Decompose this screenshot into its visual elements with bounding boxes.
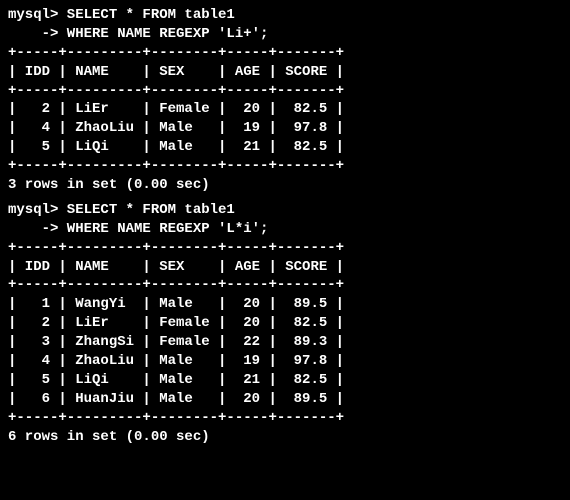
sql-prompt-line-1: mysql> SELECT * FROM table1 xyxy=(8,6,562,25)
table-row: | 3 | ZhangSi | Female | 22 | 89.3 | xyxy=(8,333,562,352)
terminal-output: mysql> SELECT * FROM table1 -> WHERE NAM… xyxy=(8,6,562,446)
table-row: | 2 | LiEr | Female | 20 | 82.5 | xyxy=(8,100,562,119)
table-row: | 5 | LiQi | Male | 21 | 82.5 | xyxy=(8,138,562,157)
result-footer: 6 rows in set (0.00 sec) xyxy=(8,428,562,447)
table-row: | 6 | HuanJiu | Male | 20 | 89.5 | xyxy=(8,390,562,409)
table-row: | 2 | LiEr | Female | 20 | 82.5 | xyxy=(8,314,562,333)
table-row: | 5 | LiQi | Male | 21 | 82.5 | xyxy=(8,371,562,390)
sql-prompt-line-1: mysql> SELECT * FROM table1 xyxy=(8,201,562,220)
table-border-mid: +-----+---------+--------+-----+-------+ xyxy=(8,82,562,101)
table-border-bottom: +-----+---------+--------+-----+-------+ xyxy=(8,409,562,428)
table-row: | 4 | ZhaoLiu | Male | 19 | 97.8 | xyxy=(8,352,562,371)
table-border-top: +-----+---------+--------+-----+-------+ xyxy=(8,239,562,258)
table-row: | 1 | WangYi | Male | 20 | 89.5 | xyxy=(8,295,562,314)
table-border-bottom: +-----+---------+--------+-----+-------+ xyxy=(8,157,562,176)
table-header-row: | IDD | NAME | SEX | AGE | SCORE | xyxy=(8,63,562,82)
table-border-mid: +-----+---------+--------+-----+-------+ xyxy=(8,276,562,295)
sql-prompt-line-2: -> WHERE NAME REGEXP 'Li+'; xyxy=(8,25,562,44)
table-header-row: | IDD | NAME | SEX | AGE | SCORE | xyxy=(8,258,562,277)
table-border-top: +-----+---------+--------+-----+-------+ xyxy=(8,44,562,63)
result-footer: 3 rows in set (0.00 sec) xyxy=(8,176,562,195)
table-row: | 4 | ZhaoLiu | Male | 19 | 97.8 | xyxy=(8,119,562,138)
sql-prompt-line-2: -> WHERE NAME REGEXP 'L*i'; xyxy=(8,220,562,239)
